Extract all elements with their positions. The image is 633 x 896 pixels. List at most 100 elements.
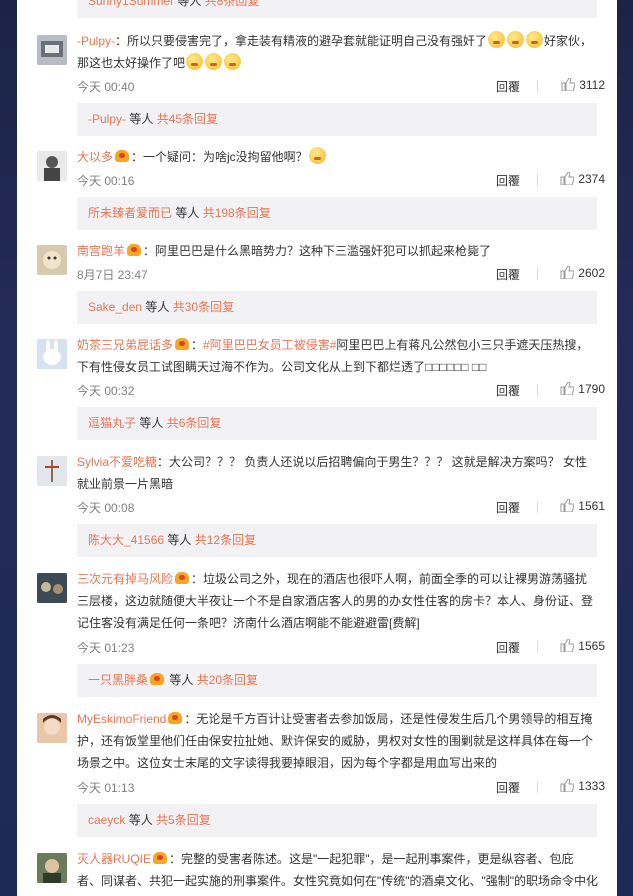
avatar[interactable] [37,339,67,369]
comment-time: 今天 00:08 [77,501,135,515]
emoji-icon [488,31,506,48]
comment-time: 今天 00:32 [77,384,135,398]
sub-reply-bar[interactable]: Sunny1Summer 等人 共8条回复 [77,0,597,18]
sub-reply-user[interactable]: 一只黑胖桑 [88,673,148,687]
comment-username[interactable]: 奶茶三兄弟屁话多 [77,338,173,352]
comment-text: 奶茶三兄弟屁话多 ：#阿里巴巴女员工被侵害#阿里巴巴上有蒋凡公然包小三只手遮天压热… [77,338,589,374]
thumbs-up-icon [560,382,575,395]
divider [537,174,538,186]
like-button[interactable]: 1565 [560,639,605,653]
comment-username[interactable]: Sylvia不爱吃糖 [77,455,157,469]
emoji-icon [186,53,204,70]
comment-time: 今天 01:13 [77,781,135,795]
comment-text: Sylvia不爱吃糖：大公司？？？ 负责人还说以后招聘偏向于男生？？？ 这就是解… [77,455,588,491]
emoji-icon [526,31,544,48]
comment-username[interactable]: MyEskimoFriend [77,712,166,726]
avatar[interactable] [37,456,67,486]
like-count: 1333 [578,779,605,793]
avatar[interactable] [37,713,67,743]
like-count: 1565 [578,639,605,653]
sub-reply-count[interactable]: 共45条回复 [157,112,218,126]
sub-reply-bar[interactable]: 所未臻者爱而已 等人 共198条回复 [77,197,597,230]
reply-button[interactable]: 回覆 [496,78,520,95]
comment-meta: 今天 00:32 回覆 1790 [77,380,605,400]
hashtag-link[interactable]: #阿里巴巴女员工被侵害# [203,338,336,352]
sub-reply-bar[interactable]: 逗猫丸子 等人 共6条回复 [77,407,597,440]
sub-reply-count[interactable]: 共30条回复 [173,300,234,314]
sub-reply-bar[interactable]: caeyck 等人 共5条回复 [77,804,597,837]
sub-reply-bar[interactable]: Sake_den 等人 共30条回复 [77,291,597,324]
comment-meta: 今天 01:23 回覆 1565 [77,637,605,657]
reply-button[interactable]: 回覆 [496,172,520,189]
like-button[interactable]: 2374 [560,172,605,186]
avatar[interactable] [37,35,67,65]
comment-text: 三次元有掉马风险 ：垃圾公司之外，现在的酒店也很吓人啊，前面全季的可以让裸男游荡骚… [77,572,594,630]
divider [537,268,538,280]
comment-time: 今天 00:16 [77,174,135,188]
like-count: 3112 [579,78,605,92]
comment-username[interactable]: 灭人器RUQIE [77,852,151,866]
sub-reply-user[interactable]: -Pulpy- [88,112,126,126]
reply-button[interactable]: 回覆 [496,266,520,283]
like-count: 1561 [578,499,605,513]
like-count: 1790 [578,382,605,396]
avatar[interactable] [37,151,67,181]
like-count: 2374 [578,172,605,186]
comment-time: 今天 00:40 [77,80,135,94]
reply-button[interactable]: 回覆 [496,639,520,656]
reply-button[interactable]: 回覆 [496,779,520,796]
sub-reply-user[interactable]: Sake_den [88,300,142,314]
divider [537,384,538,396]
sub-reply-user[interactable]: 所未臻者爱而已 [88,206,172,220]
comment-username[interactable]: -Pulpy- [77,34,115,48]
comment-username[interactable]: 三次元有掉马风险 [77,572,173,586]
like-button[interactable]: 2602 [560,266,605,280]
sub-reply-bar[interactable]: 一只黑胖桑 等人 共20条回复 [77,664,597,697]
thumbs-up-icon [560,172,575,185]
comment-text: 灭人器RUQIE ：完整的受害者陈述。这是"一起犯罪"，是一起刑事案件，更是纵容者… [77,852,599,888]
sub-reply-user[interactable]: caeyck [88,813,125,827]
sub-reply-bar[interactable]: -Pulpy- 等人 共45条回复 [77,103,597,136]
sub-reply-user[interactable]: Sunny1Summer [88,0,174,8]
like-button[interactable]: 1561 [560,499,605,513]
thumbs-up-icon [560,266,575,279]
sub-reply-count[interactable]: 共20条回复 [197,673,258,687]
like-button[interactable]: 1333 [560,779,605,793]
comment-username[interactable]: 南宫跑羊 [77,244,125,258]
vip-badge-icon [115,150,130,162]
divider [537,501,538,513]
emoji-icon [224,53,242,70]
comment-text: 南宫跑羊 ：阿里巴巴是什么黑暗势力？这种下三滥强奸犯可以抓起来枪毙了 [77,244,492,258]
thumbs-up-icon [561,78,576,91]
sub-reply-user[interactable]: 陈大大_41566 [88,533,164,547]
comment-time: 8月7日 23:47 [77,268,148,282]
avatar[interactable] [37,853,67,883]
sub-reply-count[interactable]: 共5条回复 [156,813,211,827]
avatar[interactable] [37,245,67,275]
sub-reply-count[interactable]: 共198条回复 [203,206,271,220]
vip-badge-icon [168,712,183,724]
sub-reply-count[interactable]: 共8条回复 [205,0,260,8]
comment-username[interactable]: 大以多 [77,150,113,164]
like-button[interactable]: 1790 [560,382,605,396]
like-button[interactable]: 3112 [561,78,605,92]
comment-text: MyEskimoFriend ：无论是千方百计让受害者去参加饭局，还是性侵发生后几… [77,712,594,770]
thumbs-up-icon [560,639,575,652]
sub-reply-count[interactable]: 共12条回复 [195,533,256,547]
like-count: 2602 [578,266,605,280]
comment-meta: 8月7日 23:47 回覆 2602 [77,264,605,284]
sub-reply-count[interactable]: 共6条回复 [167,416,222,430]
vip-badge-icon [150,673,165,685]
sub-reply-user[interactable]: 逗猫丸子 [88,416,136,430]
comment-meta: 今天 00:16 回覆 2374 [77,170,605,190]
vip-badge-icon [175,572,190,584]
avatar[interactable] [37,573,67,603]
sub-reply-bar[interactable]: 陈大大_41566 等人 共12条回复 [77,524,597,557]
thumbs-up-icon [560,779,575,792]
sub-reply-mid: 等人 [174,0,205,8]
vip-badge-icon [175,338,190,350]
reply-button[interactable]: 回覆 [496,499,520,516]
comment-meta: 今天 01:13 回覆 1333 [77,777,605,797]
reply-button[interactable]: 回覆 [496,382,520,399]
comment-panel: Sunny1Summer 等人 共8条回复 -Pulpy-：所以只要侵害完了，拿… [17,0,617,896]
